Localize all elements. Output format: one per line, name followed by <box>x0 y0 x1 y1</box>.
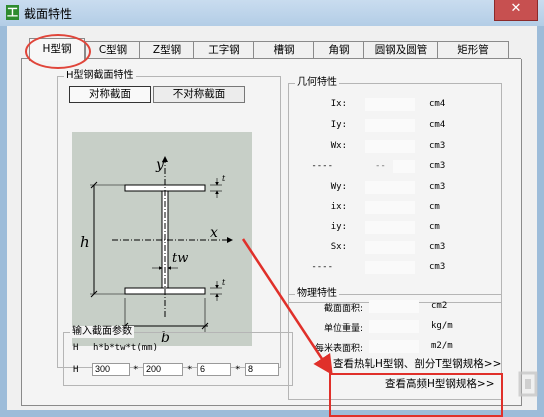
close-button[interactable]: ✕ <box>494 0 538 21</box>
app-icon: 工 <box>6 5 19 20</box>
dialog-client: H型钢 C型钢 Z型钢 工字钢 槽钢 角钢 圆钢及圆管 矩形管 H型钢截面特性 … <box>7 26 537 417</box>
window-title: 截面特性 <box>24 7 73 21</box>
watermark <box>518 371 540 404</box>
title-bar: 工 截面特性 ✕ <box>0 0 544 26</box>
watermark-logo-icon <box>518 371 538 397</box>
annotation-arrow <box>241 238 333 376</box>
links-highlight-box <box>329 373 503 417</box>
